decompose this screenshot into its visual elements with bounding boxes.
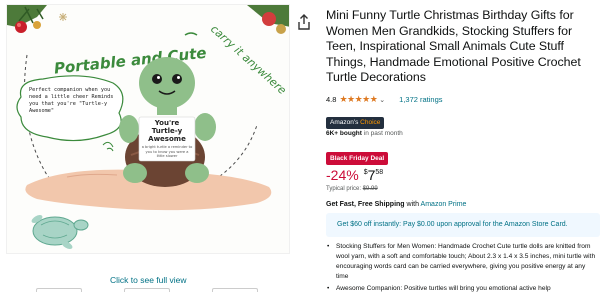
- ornament-icon: [15, 21, 41, 33]
- speech-bubble: Perfect companion when you need a little…: [16, 75, 124, 142]
- thumbnail[interactable]: [124, 288, 170, 292]
- product-main-image[interactable]: Portable and Cute carry it anywhere Perf…: [6, 4, 290, 254]
- image-tagline: carry it anywhere: [208, 22, 289, 97]
- choice-badge-prefix: Amazon's: [330, 118, 359, 126]
- feature-bullets: Stocking Stuffers for Men Women: Handmad…: [326, 242, 598, 292]
- amazons-choice-badge[interactable]: Amazon's Choice: [326, 116, 385, 129]
- feature-bullet: Awesome Companion: Positive turtles will…: [326, 284, 598, 292]
- price-row: -24% $ 7 58: [326, 166, 383, 184]
- snowflake-icon: [59, 13, 67, 21]
- speech-bubble-text: Perfect companion when you need a little…: [29, 87, 114, 114]
- bought-past-month: 6K+ bought in past month: [326, 130, 596, 139]
- typical-price-label: Typical price:: [326, 186, 362, 192]
- thumbnail[interactable]: [212, 288, 258, 292]
- rating-row: 4.8 ★★★★★ ⌄ 1,372 ratings: [326, 94, 596, 106]
- amazon-prime-link[interactable]: Amazon Prime: [421, 201, 467, 208]
- crochet-turtle: You're Turtle-y Awesome a bright turtle …: [119, 57, 216, 187]
- bought-count: 6K+ bought: [326, 129, 362, 137]
- pine-branch-decoration: [7, 5, 47, 27]
- bought-period: in past month: [363, 129, 403, 137]
- typical-price: Typical price: $9.99: [326, 186, 378, 192]
- ornament-icon: [276, 24, 286, 34]
- turtle-doodle-icon: [31, 215, 89, 249]
- leaf-curl: [102, 141, 114, 152]
- shipping-info: Get Fast, Free Shipping with Amazon Prim…: [326, 201, 466, 208]
- turtle-product-illustration: Portable and Cute carry it anywhere Perf…: [7, 5, 289, 249]
- card-title: You're Turtle-y Awesome: [148, 119, 186, 143]
- price-fraction: 58: [375, 169, 384, 176]
- fast-free-shipping: Get Fast, Free Shipping: [326, 201, 405, 208]
- product-info-panel: Mini Funny Turtle Christmas Birthday Gif…: [326, 8, 600, 292]
- store-card-promo[interactable]: Get $60 off instantly: Pay $0.00 upon ap…: [326, 213, 600, 237]
- star-rating-icon[interactable]: ★★★★★: [339, 94, 377, 105]
- ratings-count-link[interactable]: 1,372 ratings: [399, 95, 442, 104]
- store-card-promo-text[interactable]: Get $60 off instantly: Pay $0.00 upon ap…: [337, 221, 568, 228]
- product-title: Mini Funny Turtle Christmas Birthday Gif…: [326, 8, 581, 85]
- chevron-down-icon[interactable]: ⌄: [379, 96, 385, 104]
- shipping-with: with: [406, 201, 419, 208]
- discount-percent: -24%: [326, 167, 359, 183]
- typical-price-value: $9.99: [362, 186, 378, 192]
- feature-bullet: Stocking Stuffers for Men Women: Handmad…: [326, 242, 598, 282]
- price-whole: 7: [367, 167, 376, 183]
- thumbnail-strip: [6, 288, 290, 292]
- share-icon[interactable]: [297, 14, 311, 30]
- choice-badge-accent: Choice: [360, 118, 381, 126]
- black-friday-deal-badge: Black Friday Deal: [326, 152, 389, 165]
- thumbnail[interactable]: [36, 288, 82, 292]
- ornament-icon: [262, 12, 276, 26]
- squiggle-line: [184, 32, 198, 36]
- see-full-view-link[interactable]: Click to see full view: [110, 275, 187, 285]
- card-small-text: a bright turtle a reminder to you to kno…: [141, 145, 193, 159]
- rating-value: 4.8: [326, 95, 337, 105]
